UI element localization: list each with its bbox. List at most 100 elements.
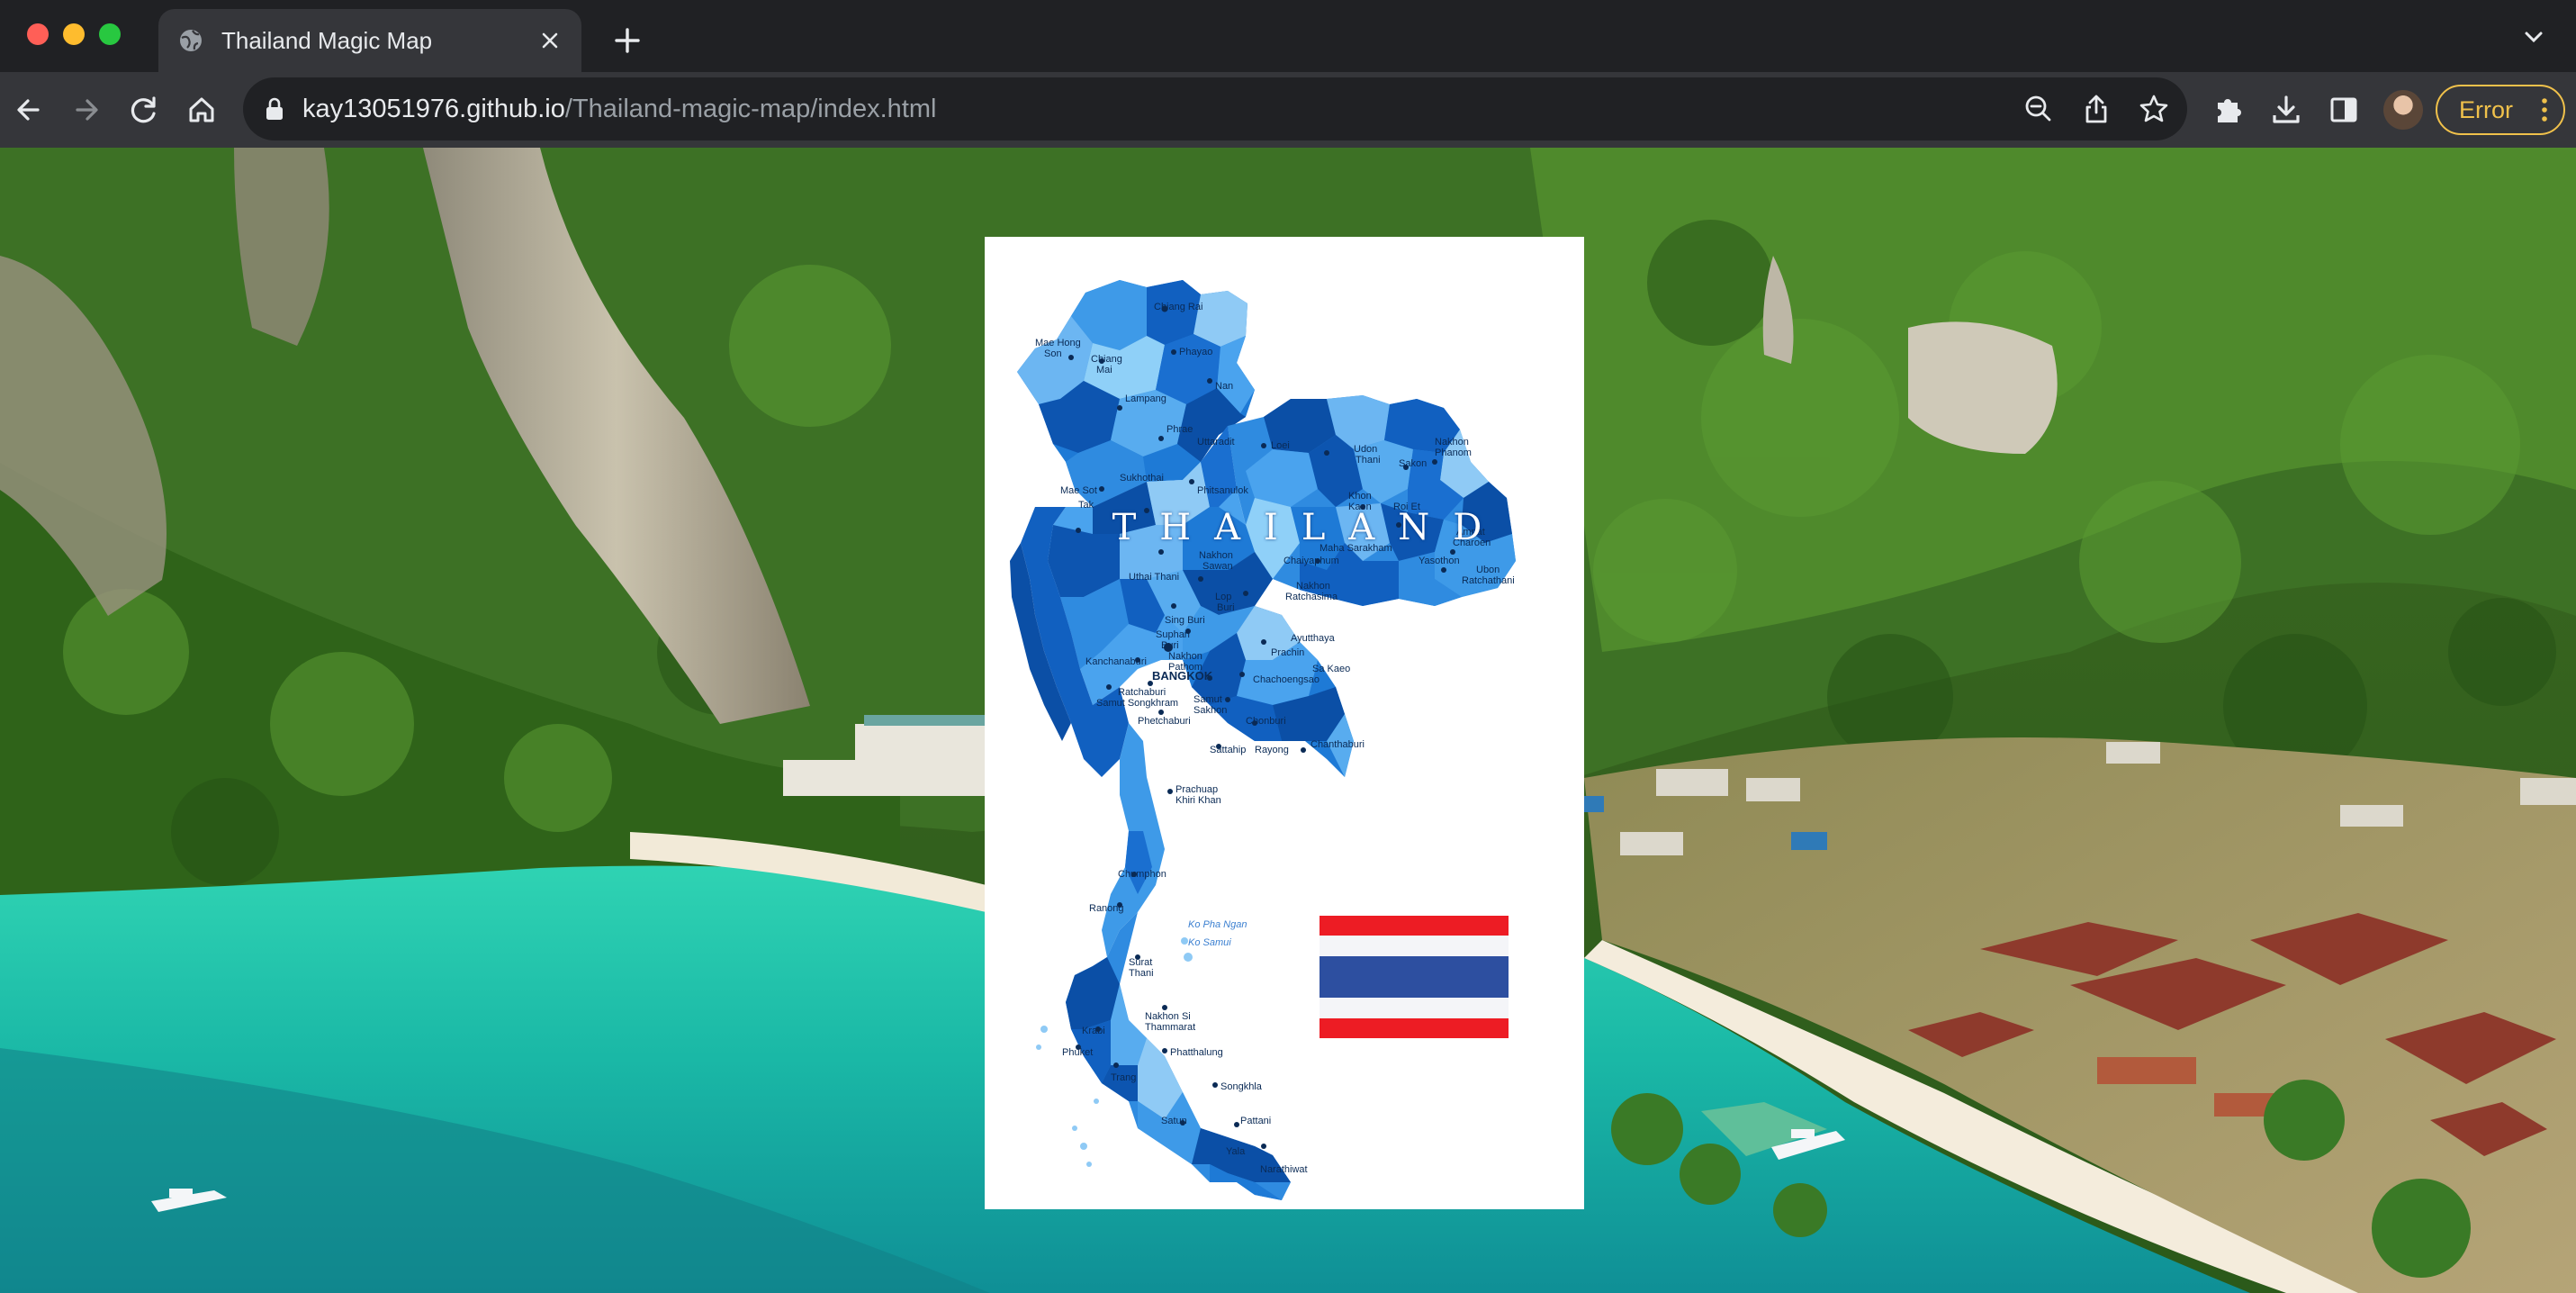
page-viewport: Chiang Rai Mae Hong Son Chiang Mai Phaya… [0, 148, 2576, 1293]
map-label: Ratchathani [1462, 575, 1515, 586]
more-vertical-icon [2542, 98, 2547, 122]
new-tab-button[interactable] [605, 18, 650, 63]
profile-avatar[interactable] [2383, 90, 2423, 130]
globe-icon [180, 30, 202, 51]
back-button[interactable] [7, 88, 50, 131]
url-path: /Thailand-magic-map/index.html [564, 95, 937, 123]
map-label: Ko Samui [1188, 937, 1231, 948]
map-label: Nakhon [1168, 651, 1202, 662]
reload-icon [131, 96, 156, 123]
plus-icon [615, 28, 640, 53]
map-label: Chiang Rai [1154, 302, 1203, 312]
map-label: Thammarat [1145, 1022, 1196, 1033]
close-window-button[interactable] [27, 23, 49, 45]
map-label: Lampang [1125, 393, 1166, 404]
map-label: Buri [1161, 640, 1179, 651]
url-host: kay13051976.github.io [302, 95, 565, 123]
map-label: Nakhon Si [1145, 1011, 1191, 1022]
map-label: Phetchaburi [1138, 716, 1191, 727]
map-label: Ratchaburi [1118, 687, 1166, 698]
map-label: Nakhon [1199, 550, 1233, 561]
lock-icon[interactable] [263, 96, 286, 122]
home-button[interactable] [180, 88, 223, 131]
map-label: Prachuap [1175, 784, 1219, 795]
map-label: Sukhothai [1120, 473, 1164, 484]
map-label: Chiang [1091, 354, 1122, 365]
map-label: Mae Hong [1035, 338, 1081, 348]
map-label: Loei [1271, 440, 1290, 451]
map-label: Ko Pha Ngan [1188, 919, 1247, 930]
map-label: Pathom [1168, 662, 1202, 673]
flag-stripe-white-top [1320, 936, 1509, 956]
map-label: Pattani [1240, 1116, 1272, 1126]
map-label: Trang [1111, 1072, 1137, 1083]
thailand-flag [1320, 916, 1509, 1038]
map-label: Chaiyaphum [1283, 556, 1339, 566]
map-label: Phitsanulok [1197, 485, 1248, 496]
map-label: Prachin [1271, 647, 1305, 658]
map-label: Ranong [1089, 903, 1124, 914]
zoom-window-button[interactable] [99, 23, 121, 45]
map-label: Songkhla [1220, 1081, 1262, 1092]
forward-button[interactable] [65, 88, 108, 131]
map-label: Mae Sot [1060, 485, 1097, 496]
close-icon [542, 32, 558, 49]
flag-stripe-red-bottom [1320, 1018, 1509, 1038]
map-label: Nan [1215, 381, 1234, 392]
map-label: Udon [1354, 444, 1378, 455]
bookmark-star-icon[interactable] [2137, 92, 2171, 126]
map-label: Phanom [1435, 448, 1472, 458]
map-label: Nakhon [1296, 581, 1330, 592]
map-label: Surat [1129, 957, 1153, 968]
extensions-puzzle-icon[interactable] [2209, 90, 2248, 130]
map-label: Satun [1161, 1116, 1187, 1126]
map-label: Narathiwat [1260, 1164, 1308, 1175]
share-icon[interactable] [2079, 92, 2113, 126]
map-label: Krabi [1082, 1026, 1105, 1036]
tab-search-chevron-down-icon[interactable] [2520, 23, 2547, 50]
map-label: Kanchanaburi [1085, 656, 1147, 667]
map-label: Mai [1096, 365, 1112, 375]
map-label: Phatthalung [1170, 1047, 1223, 1058]
arrow-right-icon [76, 99, 98, 121]
arrow-left-icon [17, 99, 40, 121]
profile-error-button[interactable]: Error [2436, 85, 2565, 135]
map-label: Ratchasima [1285, 592, 1338, 602]
map-label: Buri [1217, 602, 1235, 613]
home-icon [189, 97, 214, 122]
map-label: Samut Songkhram [1096, 698, 1179, 709]
map-label: Phuket [1062, 1047, 1094, 1058]
url-text[interactable]: kay13051976.github.io/Thailand-magic-map… [302, 77, 936, 140]
tab-active[interactable]: Thailand Magic Map [158, 9, 581, 72]
map-label: Ubon [1476, 565, 1500, 575]
map-label: Yala [1226, 1146, 1246, 1157]
map-title: THAILAND [1112, 507, 1506, 548]
map-label: Chanthaburi [1311, 739, 1365, 750]
download-icon[interactable] [2266, 90, 2306, 130]
map-label: Lop [1215, 592, 1232, 602]
minimize-window-button[interactable] [63, 23, 85, 45]
zoom-out-icon[interactable] [2022, 92, 2056, 126]
map-label: Sawan [1202, 561, 1233, 572]
map-label: Rayong [1255, 745, 1289, 755]
map-label: Khon [1348, 491, 1372, 502]
map-label: Phayao [1179, 347, 1213, 357]
reload-button[interactable] [122, 88, 166, 131]
flag-stripe-blue [1320, 956, 1509, 998]
flag-stripe-white-bottom [1320, 998, 1509, 1018]
browser-toolbar: kay13051976.github.io/Thailand-magic-map… [0, 72, 2576, 148]
map-label: Suphan [1156, 629, 1190, 640]
tab-close-button[interactable] [535, 25, 565, 56]
map-label: Sakon [1399, 458, 1428, 469]
map-label: Son [1044, 348, 1062, 359]
map-label: Khiri Khan [1175, 795, 1221, 806]
side-panel-icon[interactable] [2324, 90, 2364, 130]
tab-title: Thailand Magic Map [221, 27, 433, 54]
map-label: Nakhon [1435, 437, 1469, 448]
map-label: Sa Kaeo [1312, 664, 1351, 674]
map-label: Phrae [1166, 424, 1193, 435]
profile-error-label: Error [2459, 96, 2513, 123]
map-label: Yasothon [1419, 556, 1460, 566]
address-bar[interactable]: kay13051976.github.io/Thailand-magic-map… [243, 77, 2187, 140]
map-label: Sing Buri [1165, 615, 1205, 626]
